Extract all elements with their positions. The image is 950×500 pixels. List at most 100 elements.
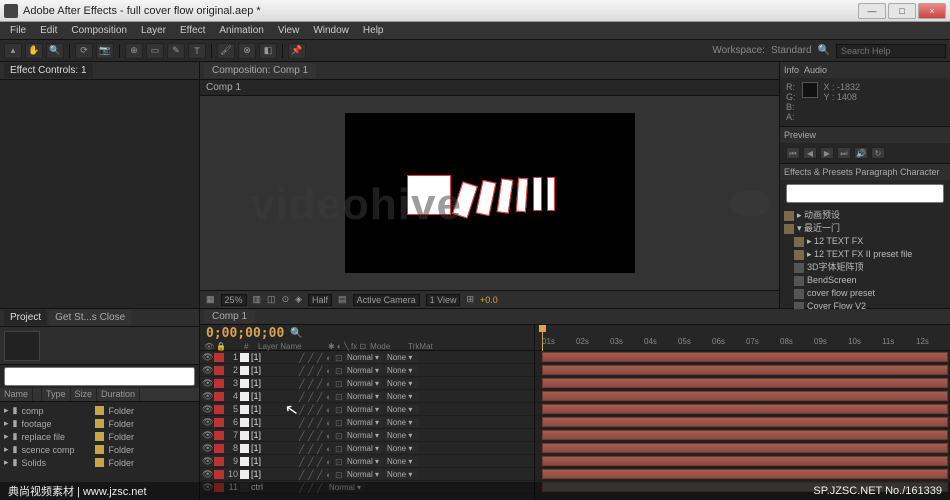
channel-icon[interactable]: ▤ bbox=[338, 294, 347, 305]
camera-tool-icon[interactable]: 📷 bbox=[96, 43, 114, 59]
layer-name[interactable]: [1] bbox=[251, 352, 297, 362]
label-swatch[interactable] bbox=[95, 458, 104, 467]
label-color[interactable] bbox=[214, 392, 224, 401]
visibility-icon[interactable]: 👁 bbox=[202, 417, 212, 428]
track-row[interactable] bbox=[535, 442, 950, 455]
layer-name[interactable]: [1] bbox=[251, 365, 297, 375]
layer-name[interactable]: [1] bbox=[251, 378, 297, 388]
blend-mode[interactable]: Normal ▾ bbox=[345, 366, 383, 375]
preview-btn-5[interactable]: ↻ bbox=[871, 147, 885, 159]
rotate-tool-icon[interactable]: ⟳ bbox=[75, 43, 93, 59]
layer-bar[interactable] bbox=[542, 365, 948, 375]
effects-search-input[interactable] bbox=[786, 184, 944, 203]
tab-audio[interactable]: Audio bbox=[804, 65, 827, 75]
label-color[interactable] bbox=[214, 353, 224, 362]
layer-row[interactable]: 👁3[1]╱╱╱◐⊡Normal ▾None ▾ bbox=[200, 377, 534, 390]
project-item[interactable]: ▸▮compFolder bbox=[0, 404, 199, 417]
layer-name[interactable]: [1] bbox=[251, 469, 297, 479]
layer-row[interactable]: 👁8[1]╱╱╱◐⊡Normal ▾None ▾ bbox=[200, 442, 534, 455]
blend-mode[interactable]: Normal ▾ bbox=[345, 405, 383, 414]
puppet-tool-icon[interactable]: 📌 bbox=[288, 43, 306, 59]
layer-name[interactable]: [1] bbox=[251, 430, 297, 440]
project-item[interactable]: ▸▮SolidsFolder bbox=[0, 456, 199, 469]
timeline-ruler[interactable]: 01s02s03s04s05s06s07s08s09s10s11s12s bbox=[535, 325, 950, 350]
project-item[interactable]: ▸▮footageFolder bbox=[0, 417, 199, 430]
tab-character[interactable]: Character bbox=[900, 167, 940, 177]
label-color[interactable] bbox=[214, 431, 224, 440]
preview-btn-1[interactable]: ◀ bbox=[803, 147, 817, 159]
rect-tool-icon[interactable]: ▭ bbox=[146, 43, 164, 59]
composition-viewer[interactable] bbox=[200, 96, 779, 290]
tree-item[interactable]: cover flow preset bbox=[784, 287, 946, 300]
track-matte[interactable]: None ▾ bbox=[385, 457, 419, 466]
track-row[interactable] bbox=[535, 403, 950, 416]
tab-composition[interactable]: Composition: Comp 1 bbox=[204, 63, 316, 78]
preview-btn-4[interactable]: 🔊 bbox=[854, 147, 868, 159]
layer-shape[interactable] bbox=[407, 175, 451, 215]
tree-item[interactable]: 3D字体矩阵顶 bbox=[784, 261, 946, 274]
layer-bar[interactable] bbox=[542, 469, 948, 479]
project-search-input[interactable] bbox=[4, 367, 195, 386]
tree-item[interactable]: ▾ 最近一门 bbox=[784, 222, 946, 235]
track-matte[interactable]: None ▾ bbox=[385, 392, 419, 401]
region-icon[interactable]: ◈ bbox=[295, 294, 302, 305]
label-color[interactable] bbox=[214, 366, 224, 375]
label-swatch[interactable] bbox=[95, 406, 104, 415]
hand-tool-icon[interactable]: ✋ bbox=[25, 43, 43, 59]
layer-row[interactable]: 👁6[1]╱╱╱◐⊡Normal ▾None ▾ bbox=[200, 416, 534, 429]
layer-bar[interactable] bbox=[542, 430, 948, 440]
pen-tool-icon[interactable]: ✎ bbox=[167, 43, 185, 59]
layer-name[interactable]: [1] bbox=[251, 391, 297, 401]
text-tool-icon[interactable]: T bbox=[188, 43, 206, 59]
track-matte[interactable]: None ▾ bbox=[385, 366, 419, 375]
blend-mode[interactable]: Normal ▾ bbox=[345, 379, 383, 388]
close-button[interactable]: × bbox=[918, 3, 946, 19]
zoom-select[interactable]: 25% bbox=[221, 294, 247, 306]
search-icon[interactable]: 🔍 bbox=[290, 328, 302, 339]
label-color[interactable] bbox=[214, 444, 224, 453]
layer-row[interactable]: 👁5[1]╱╱╱◐⊡Normal ▾None ▾ bbox=[200, 403, 534, 416]
visibility-icon[interactable]: 👁 bbox=[202, 443, 212, 454]
menu-view[interactable]: View bbox=[272, 24, 306, 37]
blend-mode[interactable]: Normal ▾ bbox=[345, 444, 383, 453]
tab-project[interactable]: Project bbox=[4, 310, 47, 325]
menu-edit[interactable]: Edit bbox=[34, 24, 63, 37]
minimize-button[interactable]: — bbox=[858, 3, 886, 19]
blend-mode[interactable]: Normal ▾ bbox=[345, 392, 383, 401]
zoom-tool-icon[interactable]: 🔍 bbox=[46, 43, 64, 59]
project-col[interactable]: Size bbox=[71, 388, 98, 401]
brush-tool-icon[interactable]: 🖌 bbox=[217, 43, 235, 59]
project-col[interactable]: Type bbox=[42, 388, 71, 401]
menu-composition[interactable]: Composition bbox=[65, 24, 133, 37]
visibility-icon[interactable]: 👁 bbox=[202, 430, 212, 441]
tab-get-started[interactable]: Get St...s Close bbox=[49, 310, 131, 325]
blend-mode[interactable]: Normal ▾ bbox=[345, 431, 383, 440]
preview-btn-2[interactable]: ▶ bbox=[820, 147, 834, 159]
tab-preview[interactable]: Preview bbox=[784, 130, 816, 140]
exposure-value[interactable]: +0.0 bbox=[480, 295, 498, 305]
tree-item[interactable]: ▸ 12 TEXT FX bbox=[784, 235, 946, 248]
maximize-button[interactable]: □ bbox=[888, 3, 916, 19]
grid-icon[interactable]: ▥ bbox=[253, 294, 262, 305]
menu-animation[interactable]: Animation bbox=[213, 24, 269, 37]
track-row[interactable] bbox=[535, 429, 950, 442]
visibility-icon[interactable]: 👁 bbox=[202, 378, 212, 389]
snapshot-icon[interactable]: ▦ bbox=[206, 294, 215, 305]
track-row[interactable] bbox=[535, 468, 950, 481]
visibility-icon[interactable]: 👁 bbox=[202, 404, 212, 415]
timecode[interactable]: 0;00;00;00 bbox=[206, 326, 284, 341]
layer-bar[interactable] bbox=[542, 456, 948, 466]
resolution-select[interactable]: Half bbox=[308, 294, 332, 306]
pixel-icon[interactable]: ⊞ bbox=[466, 294, 474, 305]
project-item[interactable]: ▸▮scence compFolder bbox=[0, 443, 199, 456]
track-row[interactable] bbox=[535, 455, 950, 468]
layer-name[interactable]: [1] bbox=[251, 404, 297, 414]
track-matte[interactable]: None ▾ bbox=[385, 379, 419, 388]
layer-row[interactable]: 👁10[1]╱╱╱◐⊡Normal ▾None ▾ bbox=[200, 468, 534, 481]
layer-row[interactable]: 👁7[1]╱╱╱◐⊡Normal ▾None ▾ bbox=[200, 429, 534, 442]
label-swatch[interactable] bbox=[95, 445, 104, 454]
layer-row[interactable]: 👁9[1]╱╱╱◐⊡Normal ▾None ▾ bbox=[200, 455, 534, 468]
layer-row[interactable]: 👁1[1]╱╱╱◐⊡Normal ▾None ▾ bbox=[200, 351, 534, 364]
camera-select[interactable]: Active Camera bbox=[353, 294, 420, 306]
clone-tool-icon[interactable]: ⊗ bbox=[238, 43, 256, 59]
